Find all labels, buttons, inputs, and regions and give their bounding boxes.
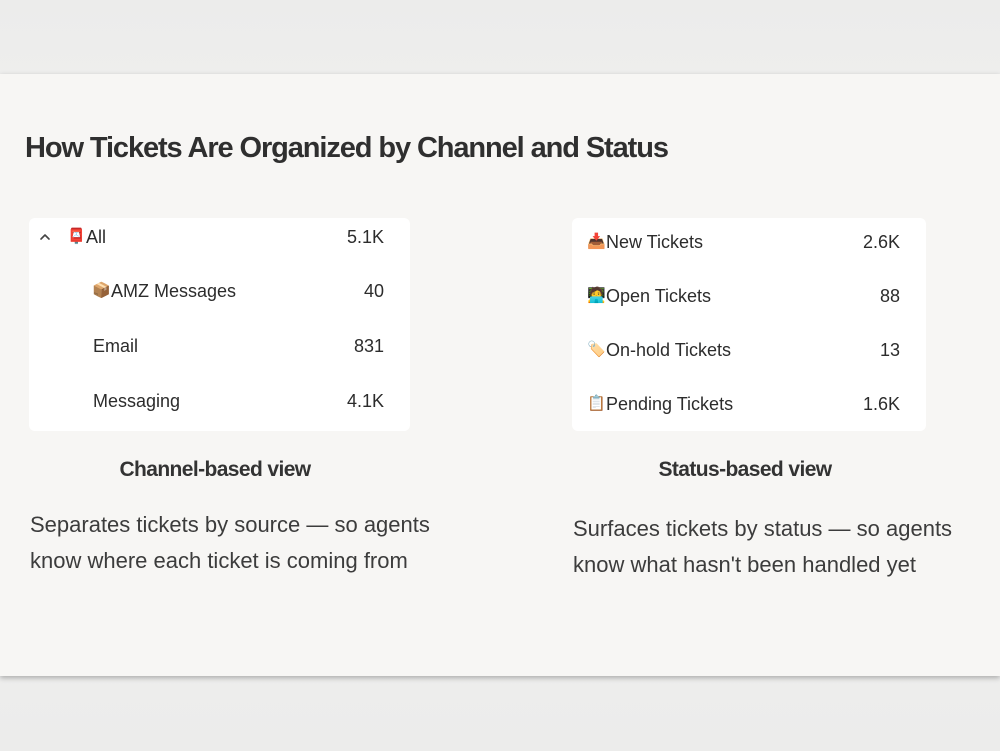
status-item-on-hold-tickets[interactable]: 🏷️ On-hold Tickets 13 — [587, 335, 900, 365]
status-view-description: Surfaces tickets by status — so agents k… — [573, 516, 953, 577]
content-card: How Tickets Are Organized by Channel and… — [0, 74, 1000, 676]
channel-view-panel: 📮 All 5.1K 📦 AMZ Messages 40 Email 831 M… — [29, 218, 410, 431]
postbox-icon: 📮 — [67, 228, 86, 245]
status-item-count: 88 — [879, 285, 900, 306]
channel-item-email[interactable]: Email 831 — [93, 331, 384, 361]
status-item-count: 13 — [879, 339, 900, 360]
status-item-label: New Tickets — [606, 231, 704, 252]
status-view-panel: 📥 New Tickets 2.6K 🧑‍💻 Open Tickets 88 🏷… — [572, 218, 926, 431]
channel-item-count: 40 — [363, 280, 384, 301]
channel-item-count: 4.1K — [346, 390, 384, 411]
status-view-caption: Status-based view — [658, 458, 832, 481]
inbox-tray-icon: 📥 — [587, 233, 606, 250]
channel-item-messaging[interactable]: Messaging 4.1K — [93, 386, 384, 416]
channel-view-caption: Channel-based view — [119, 458, 311, 481]
channel-item-label: Email — [93, 335, 139, 356]
channel-item-amz-messages[interactable]: 📦 AMZ Messages 40 — [92, 276, 384, 306]
channel-view-description: Separates tickets by source — so agents … — [30, 512, 430, 573]
channel-item-label: AMZ Messages — [111, 280, 237, 301]
label-tag-icon: 🏷️ — [587, 341, 606, 358]
status-item-new-tickets[interactable]: 📥 New Tickets 2.6K — [587, 227, 900, 257]
channel-item-count: 5.1K — [346, 226, 384, 247]
page-title: How Tickets Are Organized by Channel and… — [25, 132, 669, 164]
status-item-pending-tickets[interactable]: 📋 Pending Tickets 1.6K — [587, 389, 900, 419]
package-icon: 📦 — [92, 282, 111, 299]
status-item-open-tickets[interactable]: 🧑‍💻 Open Tickets 88 — [587, 281, 900, 311]
chevron-up-icon[interactable] — [38, 230, 52, 244]
status-item-label: On-hold Tickets — [606, 339, 732, 360]
status-item-label: Open Tickets — [606, 285, 712, 306]
channel-item-all[interactable]: 📮 All 5.1K — [38, 222, 384, 252]
channel-item-count: 831 — [353, 335, 384, 356]
channel-item-label: Messaging — [93, 390, 181, 411]
status-item-label: Pending Tickets — [606, 393, 734, 414]
clipboard-icon: 📋 — [587, 395, 606, 412]
status-item-count: 1.6K — [862, 393, 900, 414]
channel-item-label: All — [86, 226, 107, 247]
technologist-icon: 🧑‍💻 — [587, 287, 606, 304]
status-item-count: 2.6K — [862, 231, 900, 252]
